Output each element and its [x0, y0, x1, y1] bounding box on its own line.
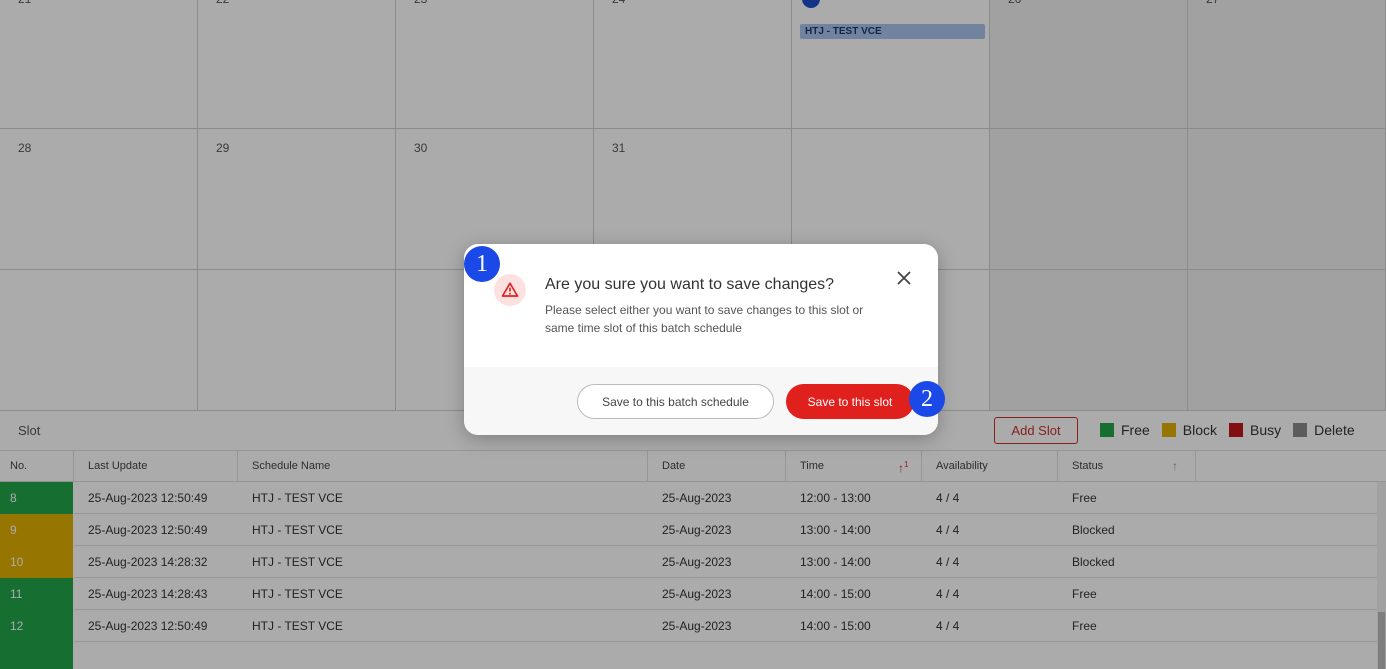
annotation-badge-2: 2: [909, 381, 945, 417]
close-icon[interactable]: [894, 268, 914, 288]
save-to-batch-button[interactable]: Save to this batch schedule: [577, 384, 774, 419]
annotation-badge-1: 1: [464, 246, 500, 282]
save-changes-dialog: Are you sure you want to save changes? P…: [464, 244, 938, 435]
warning-triangle-icon: [501, 282, 519, 297]
dialog-title: Are you sure you want to save changes?: [545, 276, 835, 293]
save-to-slot-button[interactable]: Save to this slot: [786, 384, 914, 419]
warning-icon-circle: [494, 274, 526, 306]
dialog-message: Please select either you want to save ch…: [545, 303, 864, 335]
